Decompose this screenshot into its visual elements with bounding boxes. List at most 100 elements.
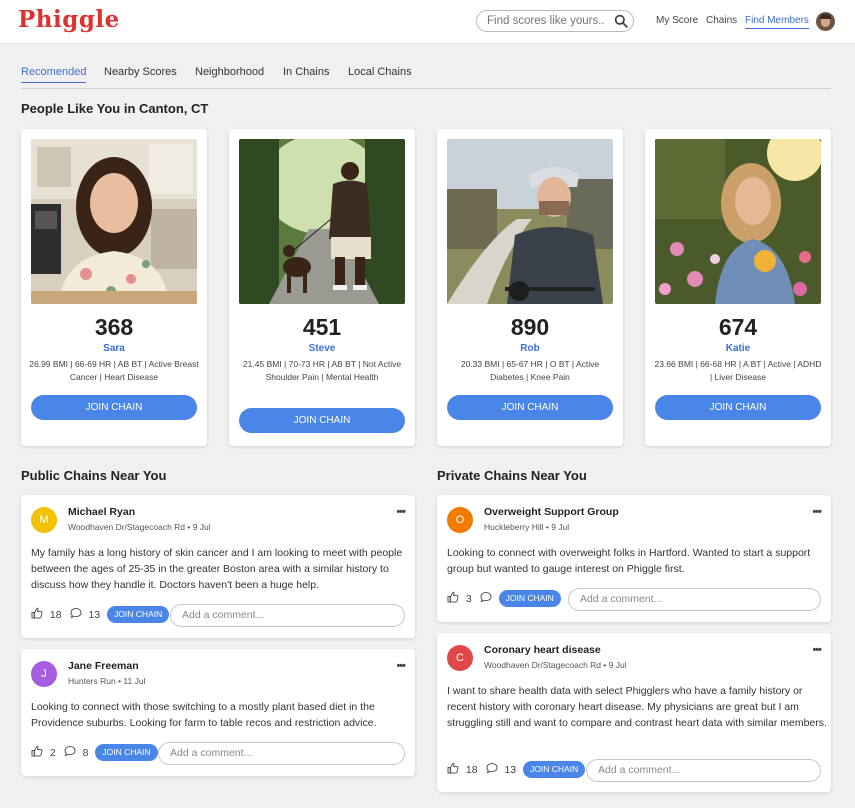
- like-button[interactable]: [31, 607, 43, 622]
- people-section-title: People Like You in Canton, CT: [21, 101, 209, 116]
- post-actions: 2 8 JOIN CHAIN: [31, 744, 158, 762]
- comment-input[interactable]: Add a comment...: [586, 759, 821, 782]
- post-actions: 18 13 JOIN CHAIN: [31, 606, 170, 624]
- person-name[interactable]: Steve: [229, 343, 415, 354]
- chat-bubble-icon: [480, 591, 492, 603]
- join-chain-button[interactable]: JOIN CHAIN: [107, 606, 170, 623]
- thumbs-up-icon: [31, 607, 43, 619]
- like-count: 3: [465, 592, 472, 605]
- comment-count: 13: [88, 608, 101, 621]
- steve-portrait: [239, 139, 405, 304]
- top-bar: Phiggle My Score Chains Find Members: [0, 0, 855, 44]
- more-options-icon[interactable]: •••: [396, 660, 406, 672]
- comment-input[interactable]: Add a comment...: [158, 742, 405, 765]
- person-name[interactable]: Katie: [645, 343, 831, 354]
- chain-post-overweight-support: O Overweight Support Group Huckleberry H…: [437, 495, 831, 622]
- post-text: My family has a long history of skin can…: [31, 547, 403, 591]
- post-location-date: Huckleberry Hill • 9 Jul: [484, 522, 570, 532]
- comment-input[interactable]: Add a comment...: [568, 588, 821, 611]
- like-button[interactable]: [31, 745, 43, 760]
- comment-button[interactable]: [480, 591, 492, 606]
- like-button[interactable]: [447, 591, 459, 606]
- more-options-icon[interactable]: •••: [396, 506, 406, 518]
- person-photo[interactable]: [31, 139, 197, 304]
- search-input[interactable]: [487, 13, 605, 29]
- post-author[interactable]: Michael Ryan: [68, 506, 135, 518]
- join-chain-button[interactable]: JOIN CHAIN: [498, 590, 561, 607]
- person-score: 451: [302, 314, 342, 340]
- sara-portrait: [31, 139, 197, 304]
- chat-bubble-icon: [486, 762, 498, 774]
- chain-post-michael-ryan: M Michael Ryan Woodhaven Dr/Stagecoach R…: [21, 495, 415, 638]
- person-card-rob: 890 Rob 20.33 BMI | 65-67 HR | O BT | Ac…: [437, 129, 623, 446]
- chat-bubble-icon: [70, 607, 82, 619]
- tab-recomended[interactable]: Recomended: [21, 66, 87, 83]
- search-icon[interactable]: [614, 14, 628, 28]
- join-chain-button[interactable]: JOIN CHAIN: [95, 744, 158, 761]
- person-photo[interactable]: [447, 139, 613, 304]
- post-actions: 3 JOIN CHAIN: [447, 590, 561, 608]
- nav-my-score[interactable]: My Score: [656, 15, 698, 26]
- post-author[interactable]: Overweight Support Group: [484, 506, 619, 518]
- person-name[interactable]: Rob: [437, 343, 623, 354]
- author-avatar[interactable]: O: [447, 507, 473, 533]
- thumbs-up-icon: [447, 591, 459, 603]
- post-text: Looking to connect with those switching …: [31, 701, 377, 729]
- person-score: 890: [510, 314, 550, 340]
- person-stats: 20.33 BMI | 65-67 HR | O BT | Active Dia…: [460, 359, 600, 382]
- person-card-katie: 674 Katie 23.66 BMI | 66-68 HR | A BT | …: [645, 129, 831, 446]
- comment-button[interactable]: [70, 607, 82, 622]
- comment-count: 8: [82, 746, 89, 759]
- tab-local-chains[interactable]: Local Chains: [348, 66, 412, 78]
- person-stats: 23.66 BMI | 66-68 HR | A BT | Active | A…: [654, 359, 822, 382]
- chain-post-jane-freeman: J Jane Freeman Hunters Run • 11 Jul ••• …: [21, 649, 415, 776]
- tab-in-chains[interactable]: In Chains: [283, 66, 329, 78]
- post-location-date: Woodhaven Dr/Stagecoach Rd • 9 Jul: [484, 660, 627, 670]
- private-chains-title: Private Chains Near You: [437, 468, 587, 483]
- post-text: Looking to connect with overweight folks…: [447, 547, 811, 575]
- more-options-icon[interactable]: •••: [812, 644, 822, 656]
- post-text: I want to share health data with select …: [447, 685, 827, 729]
- person-photo[interactable]: [239, 139, 405, 304]
- filter-tabs: Recomended Nearby Scores Neighborhood In…: [21, 60, 831, 89]
- post-location-date: Woodhaven Dr/Stagecoach Rd • 9 Jul: [68, 522, 211, 532]
- author-avatar[interactable]: C: [447, 645, 473, 671]
- person-photo[interactable]: [655, 139, 821, 304]
- tab-neighborhood[interactable]: Neighborhood: [195, 66, 264, 78]
- comment-button[interactable]: [486, 762, 498, 777]
- avatar-hair: [820, 14, 831, 19]
- post-actions: 18 13 JOIN CHAIN: [447, 761, 586, 779]
- author-avatar[interactable]: J: [31, 661, 57, 687]
- post-author[interactable]: Coronary heart disease: [484, 644, 601, 656]
- search-box[interactable]: [476, 10, 634, 32]
- join-chain-button[interactable]: JOIN CHAIN: [447, 395, 613, 420]
- nav-chains[interactable]: Chains: [706, 15, 737, 26]
- comment-input[interactable]: Add a comment...: [170, 604, 405, 627]
- like-count: 2: [49, 746, 56, 759]
- join-chain-button[interactable]: JOIN CHAIN: [31, 395, 197, 420]
- rob-portrait: [447, 139, 613, 304]
- person-card-steve: 451 Steve 21.45 BMI | 70-73 HR | AB BT |…: [229, 129, 415, 446]
- person-stats: 21.45 BMI | 70-73 HR | AB BT | Not Activ…: [242, 359, 402, 382]
- user-avatar[interactable]: [816, 12, 835, 31]
- post-location-date: Hunters Run • 11 Jul: [68, 676, 146, 686]
- like-button[interactable]: [447, 762, 459, 777]
- comment-button[interactable]: [64, 745, 76, 760]
- tab-nearby-scores[interactable]: Nearby Scores: [104, 66, 177, 78]
- chat-bubble-icon: [64, 745, 76, 757]
- phiggle-logo[interactable]: Phiggle: [18, 6, 120, 33]
- like-count: 18: [49, 608, 62, 621]
- thumbs-up-icon: [447, 762, 459, 774]
- post-author[interactable]: Jane Freeman: [68, 660, 139, 672]
- author-avatar[interactable]: M: [31, 507, 57, 533]
- comment-count: 13: [504, 763, 517, 776]
- person-card-sara: 368 Sara 26.99 BMI | 66-69 HR | AB BT | …: [21, 129, 207, 446]
- join-chain-button[interactable]: JOIN CHAIN: [655, 395, 821, 420]
- more-options-icon[interactable]: •••: [812, 506, 822, 518]
- join-chain-button[interactable]: JOIN CHAIN: [523, 761, 586, 778]
- person-score: 674: [718, 314, 758, 340]
- chain-post-coronary-heart-disease: C Coronary heart disease Woodhaven Dr/St…: [437, 633, 831, 792]
- nav-find-members[interactable]: Find Members: [745, 15, 809, 29]
- person-name[interactable]: Sara: [21, 343, 207, 354]
- join-chain-button[interactable]: JOIN CHAIN: [239, 408, 405, 433]
